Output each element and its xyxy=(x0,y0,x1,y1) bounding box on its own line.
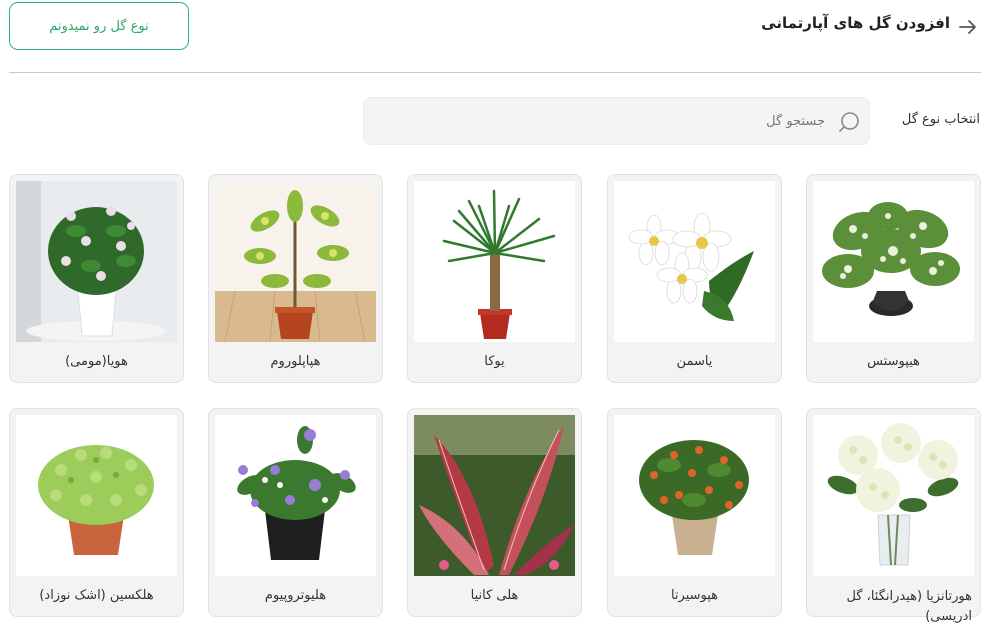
plant-card-heliconia[interactable]: هلی کانیا xyxy=(407,408,582,617)
header-divider xyxy=(9,72,981,73)
plant-image xyxy=(614,415,775,576)
unknown-flower-button[interactable]: نوع گل رو نمیدونم xyxy=(9,2,189,50)
plant-name: یاسمن xyxy=(676,354,713,369)
search-box xyxy=(363,97,870,145)
plant-name: هپاپلوروم xyxy=(270,354,321,369)
plant-card-jasmine[interactable]: یاسمن xyxy=(607,174,782,383)
plant-image xyxy=(414,181,575,342)
plant-card-hypocyrta[interactable]: هپوسیرتا xyxy=(607,408,782,617)
plant-name: هیپوستس xyxy=(867,354,920,369)
plant-name: هلکسین (اشک نوزاد) xyxy=(39,588,154,603)
plant-card-hydrangea[interactable]: هورتانزیا (هیدرانگئا، گل ادریسی) xyxy=(806,408,981,624)
plant-name: هلی کانیا xyxy=(470,588,519,603)
plant-image xyxy=(16,181,177,342)
search-input[interactable] xyxy=(385,98,825,144)
back-arrow-icon[interactable] xyxy=(958,17,978,37)
plant-image xyxy=(813,181,974,342)
select-flower-type-label: انتخاب نوع گل xyxy=(901,112,980,127)
plant-image xyxy=(614,181,775,342)
plant-name: یوکا xyxy=(484,354,505,369)
page-title: افزودن گل های آپارتمانی xyxy=(761,14,950,32)
search-icon xyxy=(839,112,859,132)
plant-card-yucca[interactable]: یوکا xyxy=(407,174,582,383)
page-header: افزودن گل های آپارتمانی نوع گل رو نمیدون… xyxy=(0,0,986,72)
plant-name: هپوسیرتا xyxy=(670,588,719,603)
plant-image xyxy=(215,181,376,342)
plant-card-soleirolia[interactable]: هلکسین (اشک نوزاد) xyxy=(9,408,184,617)
plant-name: هویا(مومی) xyxy=(65,354,128,369)
plant-name: هورتانزیا (هیدرانگئا، گل ادریسی) xyxy=(846,589,972,624)
plant-image xyxy=(414,415,575,576)
plant-card-schefflera[interactable]: هپاپلوروم xyxy=(208,174,383,383)
plant-name: هلیوتروپیوم xyxy=(264,588,327,603)
plant-image xyxy=(215,415,376,576)
plant-card-hypoestes[interactable]: هیپوستس xyxy=(806,174,981,383)
plant-card-heliotropium[interactable]: هلیوتروپیوم xyxy=(208,408,383,617)
plant-image xyxy=(813,415,974,576)
plant-image xyxy=(16,415,177,576)
plant-card-hoya[interactable]: هویا(مومی) xyxy=(9,174,184,383)
